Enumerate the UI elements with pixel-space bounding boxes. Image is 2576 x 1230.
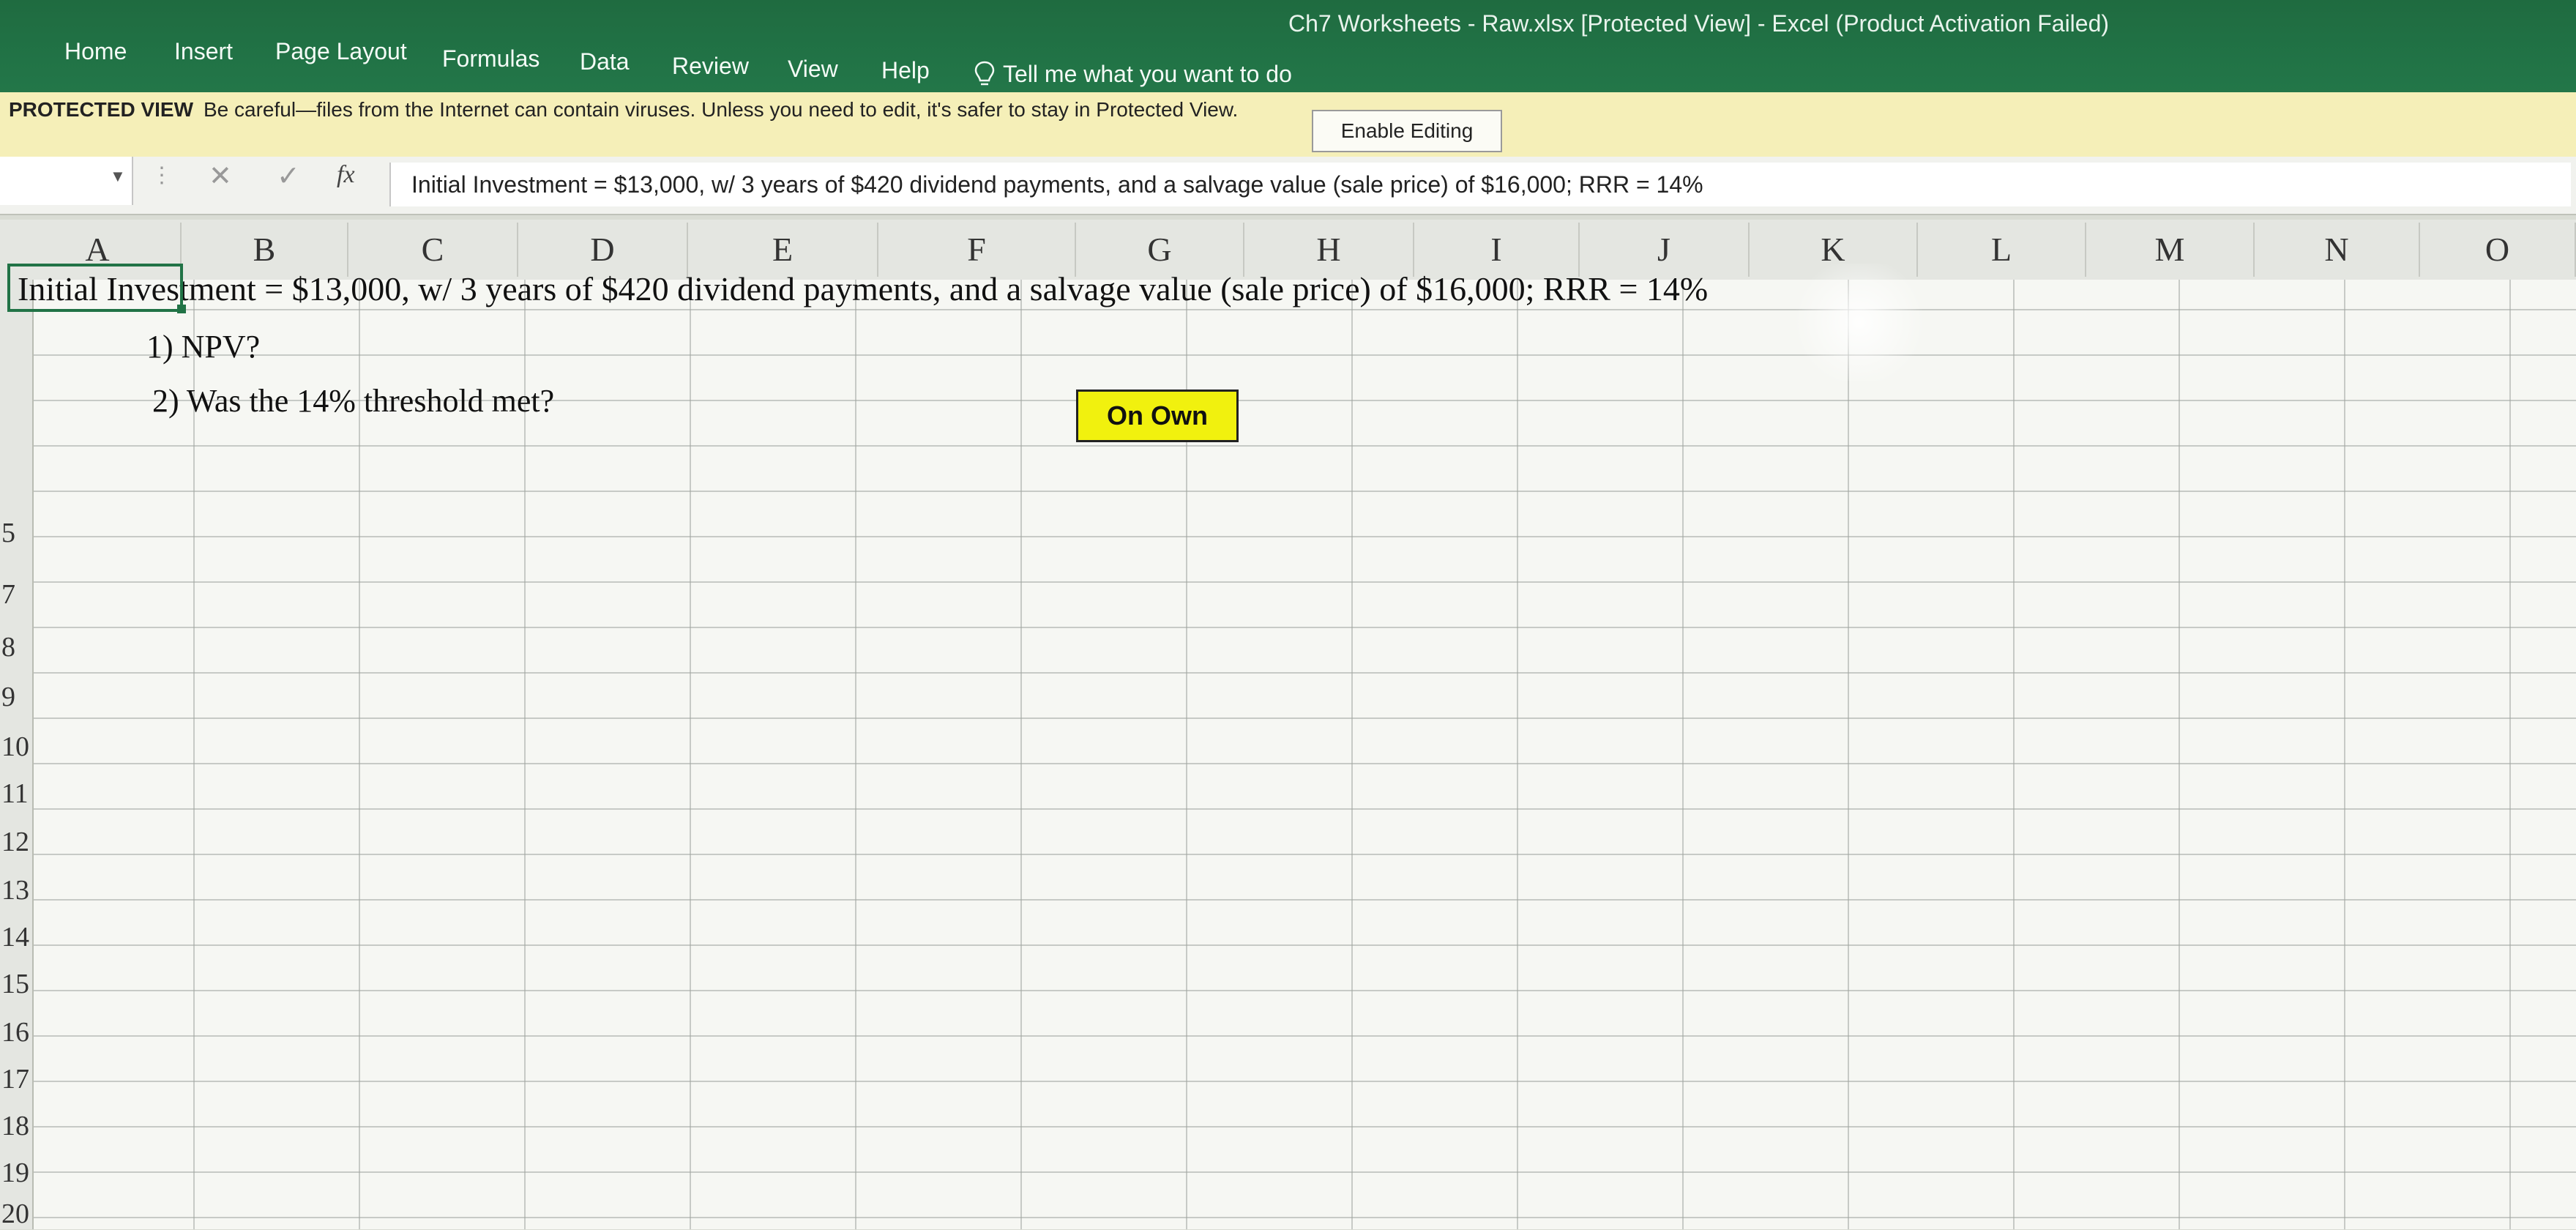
cancel-icon[interactable]: ✕ (209, 160, 232, 193)
row-header[interactable]: 9 (1, 681, 15, 713)
active-cell-outline (7, 264, 183, 312)
row-header[interactable]: 7 (1, 578, 15, 611)
check-icon[interactable]: ✓ (277, 160, 300, 193)
tab-formulas[interactable]: Formulas (442, 45, 540, 72)
row-header[interactable]: 13 (1, 874, 29, 906)
row-header[interactable]: 19 (1, 1157, 29, 1189)
tab-home[interactable]: Home (64, 38, 127, 65)
tab-page-layout[interactable]: Page Layout (275, 38, 407, 65)
worksheet-grid[interactable] (0, 280, 2576, 1229)
row-header[interactable]: 20 (1, 1198, 29, 1230)
tab-insert[interactable]: Insert (174, 38, 233, 65)
row-header[interactable]: 10 (1, 731, 29, 763)
protected-view-message: Be careful—files from the Internet can c… (204, 98, 1239, 121)
cell-a1[interactable]: Initial Investment = $13,000, w/ 3 years… (18, 269, 1708, 308)
window-title: Ch7 Worksheets - Raw.xlsx [Protected Vie… (1288, 10, 2110, 37)
tell-me-box[interactable]: Tell me what you want to do (974, 60, 1292, 88)
chevron-down-icon[interactable]: ▼ (110, 167, 126, 186)
column-header-l[interactable]: L (1918, 223, 2086, 277)
screen-glare (1786, 264, 1933, 381)
column-header-e[interactable]: E (688, 223, 878, 277)
formula-input[interactable]: Initial Investment = $13,000, w/ 3 years… (389, 163, 2571, 206)
column-header-n[interactable]: N (2255, 223, 2420, 277)
protected-view-title: PROTECTED VIEW (9, 98, 194, 121)
tab-data[interactable]: Data (580, 48, 630, 75)
tab-help[interactable]: Help (881, 57, 930, 84)
tell-me-label: Tell me what you want to do (1003, 60, 1292, 87)
enable-editing-button[interactable]: Enable Editing (1312, 110, 1502, 152)
tab-review[interactable]: Review (672, 53, 749, 80)
row-header[interactable]: 18 (1, 1110, 29, 1142)
lightbulb-icon (974, 61, 995, 86)
column-header-o[interactable]: O (2420, 223, 2576, 277)
column-header-h[interactable]: H (1244, 223, 1414, 277)
column-header-m[interactable]: M (2086, 223, 2255, 277)
row-header[interactable]: 8 (1, 631, 15, 663)
row-header[interactable]: 12 (1, 826, 29, 858)
cell-b2[interactable]: 1) NPV? (146, 328, 260, 365)
cell-b3[interactable]: 2) Was the 14% threshold met? (152, 382, 554, 420)
column-header-c[interactable]: C (348, 223, 518, 277)
column-header-b[interactable]: B (182, 223, 348, 277)
row-header[interactable]: 16 (1, 1016, 29, 1048)
drag-handle-icon[interactable]: ⋮ (151, 163, 173, 188)
column-header-i[interactable]: I (1414, 223, 1580, 277)
function-icon[interactable]: fx (337, 161, 355, 189)
column-header-f[interactable]: F (878, 223, 1076, 277)
row-header[interactable]: 11 (1, 778, 29, 810)
fill-handle[interactable] (177, 305, 186, 313)
column-header-j[interactable]: J (1580, 223, 1750, 277)
cell-g3-on-own[interactable]: On Own (1076, 390, 1239, 442)
column-header-g[interactable]: G (1076, 223, 1244, 277)
tab-view[interactable]: View (788, 56, 838, 83)
row-header[interactable]: 15 (1, 968, 29, 1000)
row-header[interactable]: 5 (1, 517, 15, 549)
column-header-d[interactable]: D (518, 223, 688, 277)
row-header[interactable]: 17 (1, 1063, 29, 1095)
row-header[interactable]: 14 (1, 921, 29, 953)
